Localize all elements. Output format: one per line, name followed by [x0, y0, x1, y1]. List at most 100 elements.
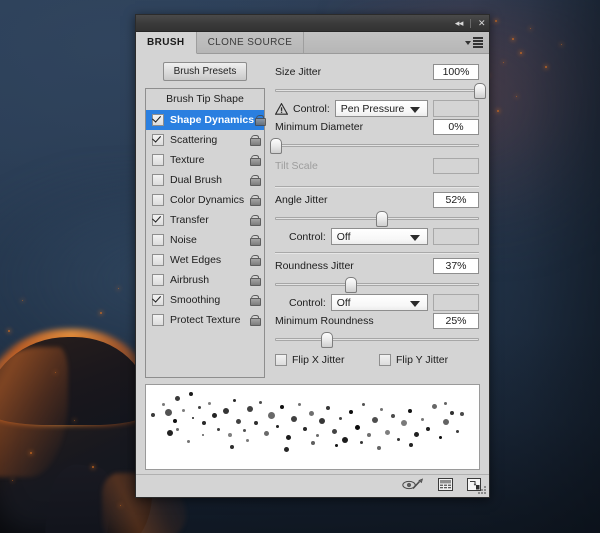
preview-dot	[242, 428, 246, 432]
ember-particle	[520, 52, 522, 54]
flip-x-jitter-checkbox[interactable]: Flip X Jitter	[275, 354, 379, 366]
lock-icon[interactable]	[249, 254, 261, 266]
angle-jitter-extra-box[interactable]	[433, 228, 479, 245]
brush-option-noise[interactable]: Noise	[146, 230, 264, 250]
checkbox-box[interactable]	[152, 254, 164, 266]
lock-icon[interactable]	[249, 134, 261, 146]
brush-option-label: Dual Brush	[170, 174, 222, 186]
minimum-diameter-label: Minimum Diameter	[275, 121, 364, 133]
size-jitter-row: Size Jitter 100%	[275, 64, 479, 80]
slider-thumb	[270, 138, 282, 154]
tab-clone-source[interactable]: CLONE SOURCE	[197, 32, 305, 53]
panel-menu-icon[interactable]	[463, 32, 489, 53]
angle-jitter-value[interactable]: 52%	[433, 192, 479, 208]
flip-y-jitter-checkbox[interactable]: Flip Y Jitter	[379, 354, 448, 366]
brush-option-shape-dynamics[interactable]: Shape Dynamics	[146, 110, 267, 130]
chevron-down-icon	[410, 300, 420, 307]
angle-jitter-control-select[interactable]: Off	[330, 228, 428, 245]
minimum-roundness-value[interactable]: 25%	[433, 313, 479, 329]
preview-dot	[175, 427, 179, 431]
lock-icon[interactable]	[249, 194, 261, 206]
roundness-jitter-extra-box[interactable]	[433, 294, 479, 311]
section-divider	[275, 186, 479, 188]
checkbox-box[interactable]	[152, 114, 164, 126]
minimum-diameter-value[interactable]: 0%	[433, 119, 479, 135]
roundness-jitter-value[interactable]: 37%	[433, 258, 479, 274]
brush-option-transfer[interactable]: Transfer	[146, 210, 264, 230]
checkbox-box[interactable]	[152, 294, 164, 306]
brush-option-airbrush[interactable]: Airbrush	[146, 270, 264, 290]
brush-option-texture[interactable]: Texture	[146, 150, 264, 170]
checkbox-box[interactable]	[152, 214, 164, 226]
size-jitter-slider[interactable]	[275, 83, 486, 99]
slider-track	[275, 89, 479, 92]
lock-icon[interactable]	[249, 314, 261, 326]
checkbox-box[interactable]	[152, 194, 164, 206]
checkbox-box[interactable]	[152, 234, 164, 246]
brush-option-wet-edges[interactable]: Wet Edges	[146, 250, 264, 270]
brush-option-smoothing[interactable]: Smoothing	[146, 290, 264, 310]
minimum-roundness-slider[interactable]	[275, 332, 479, 348]
checkbox-box[interactable]	[152, 134, 164, 146]
tab-brush[interactable]: BRUSH	[136, 32, 197, 54]
preview-dot	[275, 424, 279, 428]
checkbox-box[interactable]	[152, 154, 164, 166]
preview-dot	[202, 434, 204, 436]
close-icon[interactable]: ✕	[478, 18, 486, 28]
lock-icon[interactable]	[249, 154, 261, 166]
preview-dot	[384, 429, 390, 435]
checkbox-box[interactable]	[152, 174, 164, 186]
angle-jitter-slider[interactable]	[275, 211, 479, 227]
size-jitter-control-select[interactable]: Pen Pressure	[334, 100, 428, 117]
preview-dot	[280, 405, 284, 409]
angle-jitter-row: Angle Jitter 52%	[275, 192, 479, 208]
resize-grip-icon[interactable]	[478, 486, 487, 495]
brush-presets-button[interactable]: Brush Presets	[162, 62, 248, 81]
ember-particle	[74, 420, 75, 421]
eye-brush-icon[interactable]	[402, 478, 424, 494]
slider-thumb	[321, 332, 333, 348]
brush-tip-shape-header[interactable]: Brush Tip Shape	[146, 89, 264, 110]
checkbox-box[interactable]	[152, 274, 164, 286]
ember-particle	[100, 312, 102, 314]
collapse-icon[interactable]: ◂◂	[455, 18, 464, 28]
brush-panel: ◂◂ ✕ BRUSH CLONE SOURCE Brush Presets Br…	[135, 14, 490, 498]
chevron-down-icon	[410, 106, 420, 113]
lock-icon[interactable]	[249, 294, 261, 306]
minimum-diameter-row: Minimum Diameter 0%	[275, 119, 479, 135]
brush-option-scattering[interactable]: Scattering	[146, 130, 264, 150]
roundness-jitter-control-select[interactable]: Off	[330, 294, 428, 311]
ember-particle	[516, 96, 517, 97]
brush-option-label: Airbrush	[170, 274, 210, 286]
brush-option-protect-texture[interactable]: Protect Texture	[146, 310, 264, 330]
lock-icon[interactable]	[249, 234, 261, 246]
warning-icon	[275, 102, 288, 115]
lock-icon[interactable]	[254, 114, 267, 126]
roundness-jitter-label: Roundness Jitter	[275, 260, 354, 272]
preview-dot	[254, 421, 258, 425]
brush-option-dual-brush[interactable]: Dual Brush	[146, 170, 264, 190]
size-jitter-value[interactable]: 100%	[433, 64, 479, 80]
brush-option-label: Protect Texture	[170, 314, 241, 326]
brush-preset-icon[interactable]	[438, 478, 453, 494]
preview-dot	[391, 414, 395, 418]
preview-dot	[192, 417, 194, 419]
lock-icon[interactable]	[249, 214, 261, 226]
preview-dot	[164, 408, 172, 416]
roundness-jitter-slider[interactable]	[275, 277, 479, 293]
brush-option-color-dynamics[interactable]: Color Dynamics	[146, 190, 264, 210]
preview-dot	[247, 406, 253, 412]
preview-dot	[263, 430, 269, 436]
checkbox-box[interactable]	[152, 314, 164, 326]
preview-dot	[245, 438, 249, 442]
angle-jitter-control-value: Off	[336, 230, 351, 243]
preview-dot	[235, 418, 241, 424]
ember-particle	[8, 330, 10, 332]
preview-dot	[230, 445, 234, 449]
lock-icon[interactable]	[249, 174, 261, 186]
minimum-diameter-slider[interactable]	[270, 138, 479, 154]
lock-icon[interactable]	[249, 274, 261, 286]
size-jitter-extra-box[interactable]	[433, 100, 479, 117]
tilt-scale-value	[433, 158, 479, 174]
menu-lines-icon	[473, 37, 483, 48]
